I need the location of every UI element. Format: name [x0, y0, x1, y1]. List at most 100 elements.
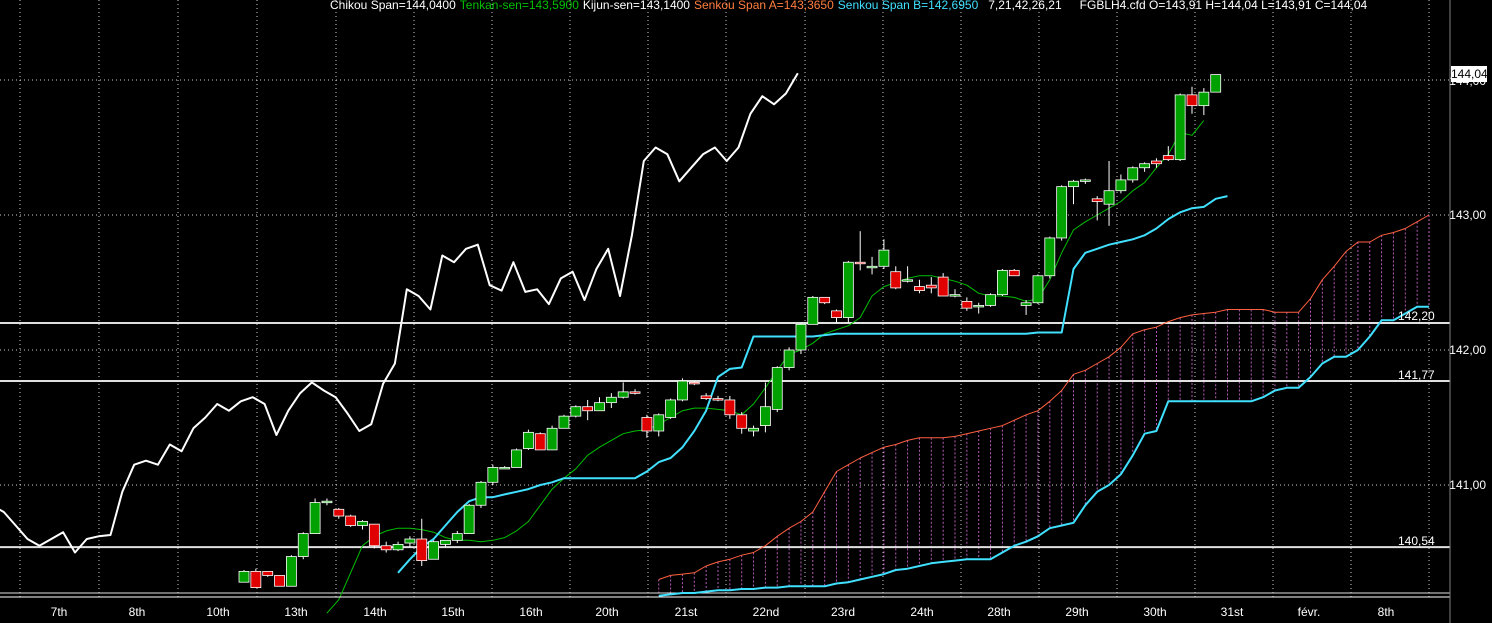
candle-up — [1198, 91, 1210, 107]
candle-down — [368, 523, 380, 547]
candle-down — [819, 296, 831, 304]
x-tick-28th: 28th — [987, 605, 1011, 619]
candle-up — [499, 467, 511, 470]
candle-up — [475, 481, 487, 506]
candle-up — [1139, 163, 1150, 169]
candle-up — [997, 269, 1008, 296]
candle-up — [949, 294, 961, 297]
last-price-box: 144,04 — [1451, 66, 1488, 82]
x-tick-10th: 10th — [206, 605, 230, 619]
candle-down — [582, 406, 594, 412]
candle-up — [428, 541, 440, 560]
tenkan-readout: Tenkan-sen=143,5900 — [459, 0, 579, 12]
candle-up — [546, 427, 558, 451]
x-tick-13th: 13th — [284, 605, 308, 619]
candle-down — [854, 261, 866, 265]
candle-up — [1079, 179, 1091, 182]
x-tick-30th: 30th — [1143, 605, 1167, 619]
candle-up — [902, 279, 913, 282]
x-tick-8th-feb: 8th — [1377, 605, 1395, 619]
params-readout: 7,21,42,26,21 — [988, 0, 1062, 12]
candle-down — [1091, 198, 1103, 202]
x-tick-15th: 15th — [441, 605, 465, 619]
candle-up — [440, 539, 451, 545]
candle-down — [890, 271, 902, 289]
x-tick-fevr: févr. — [1297, 605, 1321, 619]
candle-up — [807, 296, 819, 325]
candle-up — [1115, 179, 1127, 192]
candle-up — [866, 265, 878, 269]
x-tick-21st: 21st — [674, 605, 698, 619]
candle-up — [285, 556, 297, 587]
candle-up — [451, 533, 463, 541]
candle-up — [665, 399, 676, 418]
candle-down — [534, 433, 546, 451]
x-tick-7th: 7th — [50, 605, 68, 619]
candle-up — [511, 449, 522, 468]
candle-down — [736, 414, 748, 429]
indicator-header: Chikou Span=144,0400 Tenkan-sen=143,5900 K… — [330, 0, 1371, 12]
candle-up — [297, 533, 309, 557]
senkou-b-readout: Senkou Span B=142,6950 — [837, 0, 979, 12]
candle-down — [1008, 269, 1020, 277]
candle-down — [961, 300, 973, 309]
candle-up — [605, 396, 617, 404]
candle-up — [1210, 74, 1222, 93]
candle-down — [333, 508, 345, 517]
candle-up — [1127, 167, 1139, 181]
x-tick-14th: 14th — [363, 605, 387, 619]
candle-up — [321, 500, 333, 504]
candle-up — [985, 294, 996, 306]
candle-up — [783, 349, 795, 368]
kijun-readout: Kijun-sen=143,1400 — [582, 0, 690, 12]
x-tick-8th: 8th — [128, 605, 146, 619]
candle-up — [594, 402, 605, 412]
ohlc-readout: FGBLH4.cfd O=143,91 H=144,04 L=143,91 C=… — [1079, 0, 1368, 12]
x-tick-29th: 29th — [1065, 605, 1089, 619]
candle-up — [558, 415, 570, 429]
candle-down — [724, 399, 736, 416]
y-tick-141: 141,00 — [1449, 478, 1486, 492]
candle-down — [262, 571, 274, 576]
candle-up — [748, 427, 759, 432]
candle-up — [1020, 302, 1032, 306]
candle-down — [250, 571, 262, 589]
candle-up — [617, 391, 629, 398]
candle-up — [878, 249, 890, 267]
candle-up — [771, 367, 783, 410]
candle-up — [404, 538, 416, 544]
candle-down — [345, 515, 357, 526]
candle-up — [570, 406, 582, 417]
candle-down — [274, 575, 285, 587]
candle-down — [914, 286, 925, 291]
senkou-a-readout: Senkou Span A=143,3650 — [693, 0, 834, 12]
candle-up — [842, 261, 854, 318]
candle-down — [629, 391, 641, 394]
level-label-142-20: 142,20 — [1398, 309, 1435, 323]
candle-down — [712, 398, 724, 401]
x-tick-23rd: 23rd — [830, 605, 856, 619]
candle-up — [523, 431, 534, 449]
candle-up — [760, 406, 771, 427]
candle-up — [1032, 275, 1044, 304]
candle-down — [831, 310, 842, 319]
candle-down — [380, 545, 392, 551]
candle-up — [1068, 180, 1079, 188]
candle-up — [392, 544, 404, 551]
x-tick-16th: 16th — [519, 605, 543, 619]
candle-up — [1056, 186, 1068, 239]
chart-background — [0, 0, 1492, 623]
level-label-140-54: 140,54 — [1398, 534, 1435, 548]
candle-down — [1151, 160, 1162, 165]
candle-up — [238, 571, 250, 583]
candle-down — [937, 276, 949, 297]
candle-down — [416, 538, 428, 562]
x-tick-20th: 20th — [595, 605, 619, 619]
candle-down — [700, 395, 712, 399]
x-tick-22nd: 22nd — [752, 605, 780, 619]
x-tick-31st: 31st — [1220, 605, 1244, 619]
candle-up — [487, 467, 499, 483]
candle-up — [973, 305, 985, 308]
candle-down — [1186, 94, 1198, 107]
candle-up — [653, 414, 665, 432]
